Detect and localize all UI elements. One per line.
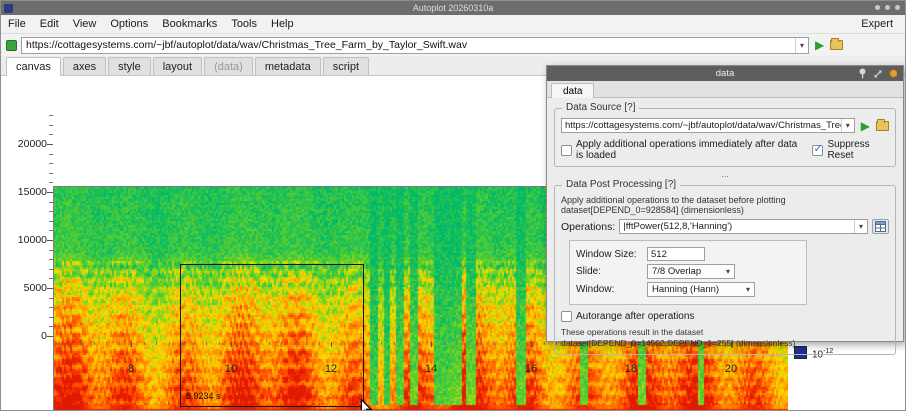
window-value: Hanning (Hann)	[652, 284, 735, 295]
operations-row: Operations: |fftPower(512,8,'Hanning') ▾	[561, 219, 889, 234]
tab-canvas[interactable]: canvas	[6, 57, 61, 76]
data-dialog-tab[interactable]: data	[551, 83, 594, 98]
tab-metadata[interactable]: metadata	[255, 57, 321, 75]
input-dataset-label: dataset[DEPEND_0=928584] (dimensionless)	[561, 205, 889, 215]
menu-options[interactable]: Options	[103, 16, 155, 32]
autorange-row: Autorange after operations	[561, 311, 889, 322]
expand-icon[interactable]	[873, 69, 883, 79]
result-dataset-text: These operations result in the dataset d…	[561, 327, 889, 349]
fftpower-editor-panel: Window Size: 512 Slide: 7/8 Overlap ▾ Wi…	[569, 240, 807, 305]
tab-data[interactable]: (data)	[204, 57, 253, 75]
datasource-icon[interactable]	[6, 40, 17, 51]
menu-edit[interactable]: Edit	[33, 16, 66, 32]
result-line2: dataset[DEPEND_0=14502,DEPEND_1=255] (di…	[561, 338, 889, 349]
menu-bar: FileEditViewOptionsBookmarksToolsHelp Ex…	[1, 15, 905, 34]
menu-tools[interactable]: Tools	[224, 16, 264, 32]
data-source-options-row: Apply additional operations immediately …	[561, 139, 889, 161]
window-dropdown-arrow-icon: ▾	[742, 283, 754, 296]
menu-view[interactable]: View	[66, 16, 104, 32]
data-dialog-tabstrip: data	[547, 81, 903, 98]
data-source-group: Data Source [?] https://cottagesystems.c…	[554, 108, 896, 167]
pin-icon[interactable]	[858, 68, 867, 79]
slide-dropdown-arrow-icon: ▾	[722, 265, 734, 278]
dialog-status-icon[interactable]	[889, 69, 898, 78]
data-source-uri-input[interactable]: https://cottagesystems.com/~jbf/autoplot…	[561, 118, 855, 133]
address-bar: https://cottagesystems.com/~jbf/autoplot…	[1, 34, 905, 56]
menu-file[interactable]: File	[1, 16, 33, 32]
close-icon[interactable]	[895, 5, 900, 10]
operations-dropdown-arrow-icon[interactable]: ▾	[854, 220, 867, 233]
maximize-icon[interactable]	[885, 5, 890, 10]
suppress-reset-label: Suppress Reset	[827, 139, 889, 161]
tab-script[interactable]: script	[323, 57, 369, 75]
data-dialog-controls	[858, 68, 898, 79]
menu-help[interactable]: Help	[264, 16, 301, 32]
window-size-row: Window Size: 512	[576, 247, 800, 261]
mouse-cursor	[360, 399, 374, 411]
post-processing-description: Apply additional operations to the datas…	[561, 195, 889, 205]
window-size-input[interactable]: 512	[647, 247, 705, 261]
data-dialog-body: Data Source [?] https://cottagesystems.c…	[547, 98, 903, 358]
selection-width-label: 8.9234 s	[186, 391, 221, 401]
go-button[interactable]: ▶	[813, 39, 826, 51]
slide-value: 7/8 Overlap	[652, 266, 715, 277]
post-processing-header[interactable]: Data Post Processing [?]	[562, 179, 680, 190]
data-source-url-row: https://cottagesystems.com/~jbf/autoplot…	[561, 118, 889, 133]
dialog-inspect-file-icon[interactable]	[876, 121, 889, 131]
window-controls	[875, 5, 900, 10]
autoplot-window: Autoplot 20260310a FileEditViewOptionsBo…	[0, 0, 906, 411]
tab-layout[interactable]: layout	[153, 57, 202, 75]
window-select[interactable]: Hanning (Hann) ▾	[647, 282, 755, 297]
data-source-header[interactable]: Data Source [?]	[562, 102, 639, 113]
post-processing-group: Data Post Processing [?] Apply additiona…	[554, 185, 896, 355]
result-line1: These operations result in the dataset	[561, 327, 889, 338]
window-title: Autoplot 20260310a	[1, 3, 905, 13]
uri-text[interactable]: https://cottagesystems.com/~jbf/autoplot…	[26, 39, 795, 51]
data-dialog: data data Data Source [?]	[546, 65, 904, 342]
inspect-file-icon[interactable]	[830, 40, 843, 50]
operations-label: Operations:	[561, 221, 615, 233]
apply-operations-checkbox[interactable]	[561, 145, 572, 156]
minimize-icon[interactable]	[875, 5, 880, 10]
uri-dropdown-arrow-icon[interactable]: ▾	[795, 38, 808, 53]
check-icon: ✓	[813, 142, 822, 155]
slide-label: Slide:	[576, 266, 642, 277]
operations-input[interactable]: |fftPower(512,8,'Hanning') ▾	[619, 219, 868, 234]
operations-text[interactable]: |fftPower(512,8,'Hanning')	[623, 221, 854, 232]
menu-items: FileEditViewOptionsBookmarksToolsHelp	[1, 16, 301, 32]
window-titlebar[interactable]: Autoplot 20260310a	[1, 1, 905, 15]
autorange-checkbox[interactable]	[561, 311, 572, 322]
tab-axes[interactable]: axes	[63, 57, 106, 75]
selection-box[interactable]: 8.9234 s	[180, 264, 364, 407]
table-icon	[875, 221, 886, 232]
window-size-label: Window Size:	[576, 249, 642, 260]
collapse-handle[interactable]: ...	[554, 170, 896, 178]
autorange-label: Autorange after operations	[576, 311, 694, 322]
menu-bookmarks[interactable]: Bookmarks	[155, 16, 224, 32]
uri-input[interactable]: https://cottagesystems.com/~jbf/autoplot…	[21, 37, 809, 54]
operations-editor-button[interactable]	[872, 219, 889, 234]
suppress-reset-checkbox[interactable]: ✓	[812, 145, 823, 156]
window-label: Window:	[576, 284, 642, 295]
data-dialog-title: data	[716, 68, 735, 79]
window-row: Window: Hanning (Hann) ▾	[576, 282, 800, 297]
slide-row: Slide: 7/8 Overlap ▾	[576, 264, 800, 279]
slide-select[interactable]: 7/8 Overlap ▾	[647, 264, 735, 279]
expert-label[interactable]: Expert	[861, 18, 905, 30]
apply-operations-label: Apply additional operations immediately …	[576, 139, 804, 161]
data-dialog-titlebar[interactable]: data	[547, 66, 903, 81]
data-source-dropdown-arrow-icon[interactable]: ▾	[841, 119, 854, 132]
tab-style[interactable]: style	[108, 57, 151, 75]
data-source-uri-text[interactable]: https://cottagesystems.com/~jbf/autoplot…	[565, 120, 841, 131]
dialog-go-button[interactable]: ▶	[859, 120, 872, 132]
